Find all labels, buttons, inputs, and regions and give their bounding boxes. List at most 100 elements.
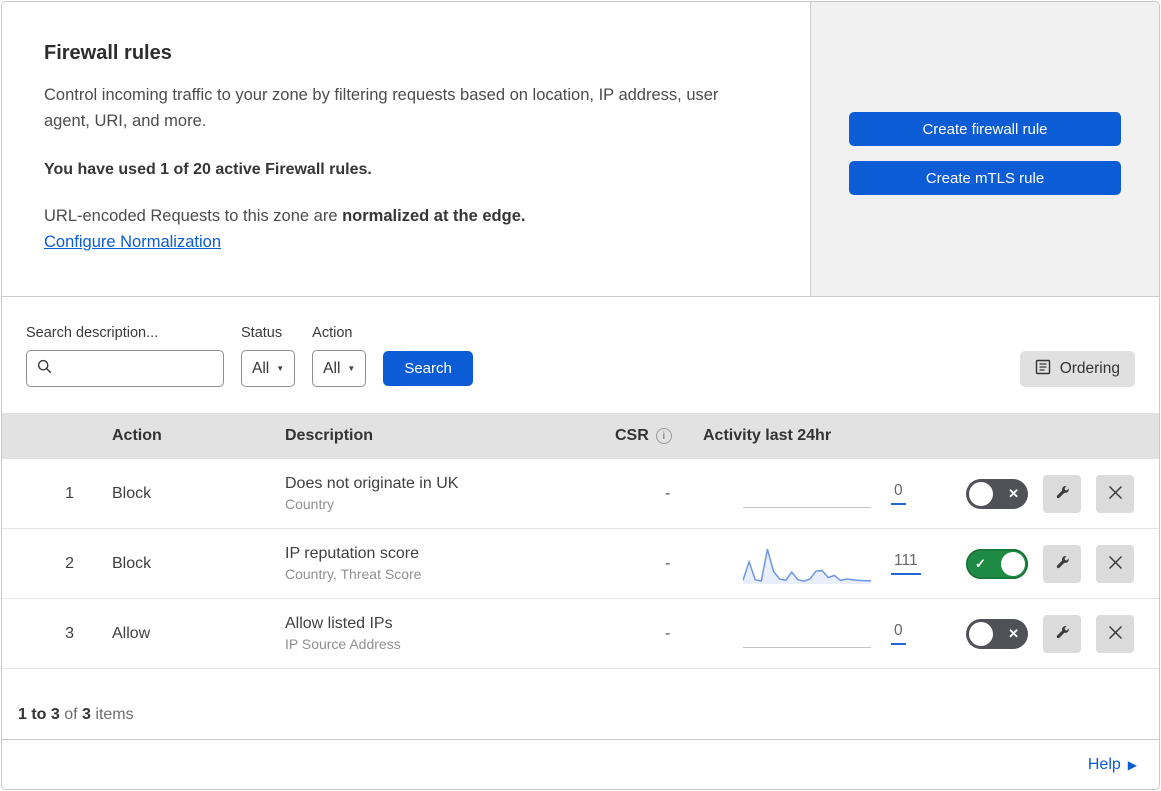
chevron-down-icon: ▼ [347, 364, 356, 373]
header-info-card: Firewall rules Control incoming traffic … [2, 2, 811, 296]
rule-action: Allow [112, 624, 151, 642]
activity-count-link[interactable]: 111 [891, 552, 921, 575]
firewall-rules-page: Firewall rules Control incoming traffic … [1, 1, 1160, 790]
rule-description-cell: Does not originate in UK Country [285, 475, 615, 512]
rule-priority: 2 [65, 554, 74, 572]
normalization-note: URL-encoded Requests to this zone are no… [44, 207, 770, 226]
delete-rule-button[interactable] [1096, 474, 1134, 513]
toggle-knob [969, 621, 993, 646]
activity-flatline [743, 646, 871, 648]
csr-column-header: CSR i [615, 427, 703, 445]
activity-count-link[interactable]: 0 [891, 482, 906, 505]
items-range: 1 to 3 [18, 706, 60, 723]
rule-enabled-toggle[interactable]: ✓ ✕ [966, 618, 1028, 649]
status-filter-group: Status All ▼ [241, 325, 296, 387]
rule-controls: ✓ ✕ [945, 614, 1159, 653]
wrench-icon [1054, 624, 1071, 644]
search-label: Search description... [26, 325, 159, 341]
action-column-header: Action [112, 427, 162, 444]
rule-enabled-toggle[interactable]: ✓ ✕ [966, 478, 1028, 509]
close-icon [1108, 625, 1123, 643]
wrench-icon [1054, 484, 1071, 504]
filter-bar: Search description... Status All ▼ Actio… [2, 297, 1159, 413]
wrench-icon [1054, 554, 1071, 574]
rule-csr: - [665, 484, 671, 502]
ordering-button-label: Ordering [1059, 360, 1120, 377]
toggle-knob [969, 481, 993, 506]
rule-csr: - [665, 554, 671, 572]
rule-action: Block [112, 554, 152, 572]
page-title: Firewall rules [44, 42, 172, 64]
rule-description: Does not originate in UK [285, 475, 459, 492]
csr-header-label: CSR [615, 427, 649, 444]
items-total: 3 [82, 706, 91, 723]
rule-enabled-toggle[interactable]: ✓ ✕ [966, 548, 1028, 579]
activity-flatline [743, 506, 871, 508]
edit-rule-button[interactable] [1043, 544, 1081, 583]
search-button[interactable]: Search [383, 351, 473, 386]
page-description: Control incoming traffic to your zone by… [44, 86, 719, 130]
table-row: 3 Allow Allow listed IPs IP Source Addre… [2, 599, 1159, 669]
action-label: Action [312, 325, 353, 341]
rule-csr: - [665, 624, 671, 642]
create-mtls-rule-button[interactable]: Create mTLS rule [849, 161, 1121, 195]
info-icon[interactable]: i [655, 428, 672, 444]
list-icon [1035, 359, 1051, 380]
pagination-summary: 1 to 3 of 3 items [2, 669, 1159, 740]
table-row: 1 Block Does not originate in UK Country… [2, 459, 1159, 529]
help-link-label: Help [1087, 755, 1121, 773]
activity-sparkline [743, 471, 871, 517]
rule-fields: IP Source Address [285, 636, 401, 652]
rule-controls: ✓ ✕ [945, 544, 1159, 583]
activity-sparkline [743, 611, 871, 657]
action-dropdown[interactable]: All ▼ [312, 350, 367, 387]
help-link[interactable]: Help ▶ [1088, 756, 1137, 774]
rule-description-cell: IP reputation score Country, Threat Scor… [285, 545, 615, 582]
actions-panel: Create firewall rule Create mTLS rule [811, 2, 1159, 296]
header-section: Firewall rules Control incoming traffic … [2, 2, 1159, 297]
rule-action: Block [112, 484, 152, 502]
activity-column-header: Activity last 24hr [703, 427, 832, 444]
search-input[interactable] [60, 359, 213, 378]
description-column-header: Description [285, 427, 374, 444]
delete-rule-button[interactable] [1096, 544, 1134, 583]
close-icon [1108, 485, 1123, 503]
action-filter-group: Action All ▼ [312, 325, 367, 387]
search-group: Search description... [26, 325, 224, 387]
configure-normalization-link[interactable]: Configure Normalization [44, 233, 221, 251]
arrow-right-icon: ▶ [1127, 758, 1137, 772]
status-dropdown-value: All [252, 359, 270, 377]
rule-description-cell: Allow listed IPs IP Source Address [285, 615, 615, 652]
normalization-bold: normalized at the edge. [342, 207, 526, 226]
edit-rule-button[interactable] [1043, 474, 1081, 513]
items-word: items [95, 706, 134, 723]
ordering-button[interactable]: Ordering [1019, 351, 1135, 387]
create-firewall-rule-button[interactable]: Create firewall rule [849, 112, 1121, 146]
of-word: of [64, 706, 78, 723]
close-icon [1108, 555, 1123, 573]
delete-rule-button[interactable] [1096, 614, 1134, 653]
table-row: 2 Block IP reputation score Country, Thr… [2, 529, 1159, 599]
usage-summary: You have used 1 of 20 active Firewall ru… [44, 161, 372, 179]
help-bar: Help ▶ [2, 740, 1159, 789]
chevron-down-icon: ▼ [276, 364, 285, 373]
rule-priority: 1 [65, 484, 74, 502]
activity-sparkline [743, 541, 871, 587]
rule-activity-cell: 0 [703, 611, 945, 657]
activity-count-link[interactable]: 0 [891, 622, 906, 645]
x-icon: ✕ [1008, 625, 1019, 641]
rule-fields: Country, Threat Score [285, 566, 422, 582]
edit-rule-button[interactable] [1043, 614, 1081, 653]
rule-description: Allow listed IPs [285, 615, 393, 632]
normalization-text: URL-encoded Requests to this zone are [44, 207, 343, 226]
rule-priority: 3 [65, 624, 74, 642]
status-dropdown[interactable]: All ▼ [241, 350, 296, 387]
rule-description: IP reputation score [285, 545, 420, 562]
rule-fields: Country [285, 496, 335, 512]
rule-activity-cell: 0 [703, 471, 945, 517]
toggle-knob [1001, 551, 1025, 576]
action-dropdown-value: All [323, 359, 341, 377]
x-icon: ✕ [1008, 485, 1019, 501]
search-input-wrapper [26, 350, 224, 387]
rule-controls: ✓ ✕ [945, 474, 1159, 513]
